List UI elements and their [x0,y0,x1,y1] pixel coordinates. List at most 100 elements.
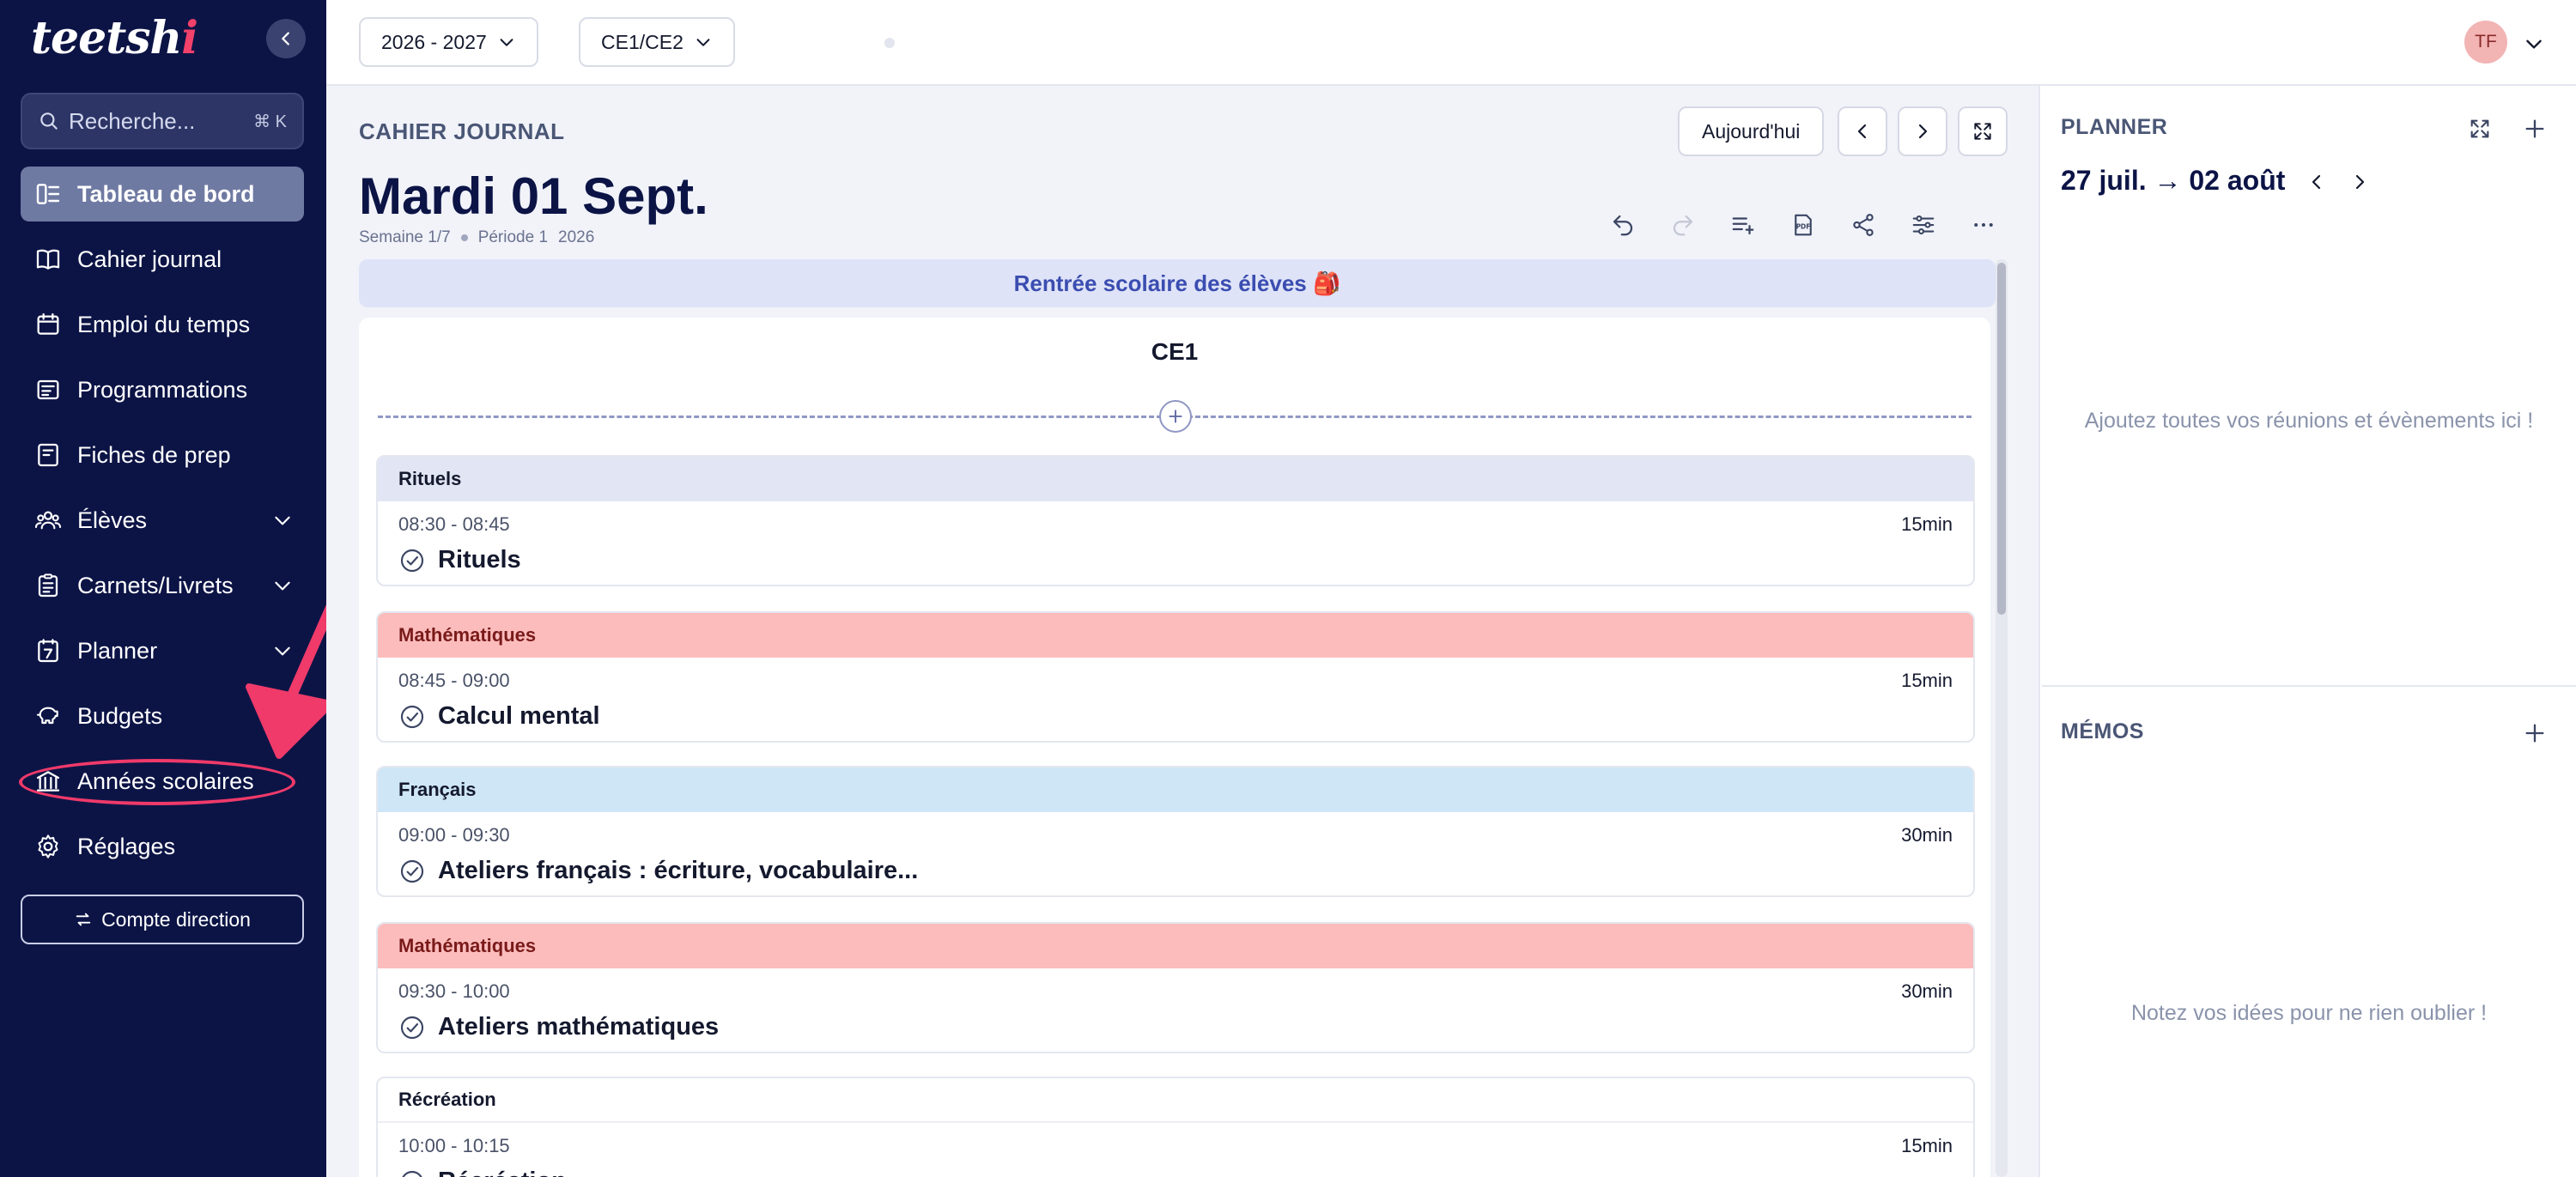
lesson-subject: Mathématiques [378,924,1973,968]
redo-button[interactable] [1664,206,1702,244]
section-title: CAHIER JOURNAL [359,118,565,144]
planner-icon [31,634,65,668]
top-bar: 2026 - 2027 CE1/CE2 TF [326,0,2576,86]
lesson-card[interactable]: Rituels 08:30 - 08:45 15min Rituels [376,455,1975,586]
chevron-right-icon [1918,124,1928,139]
previous-day-button[interactable] [1838,106,1887,156]
class-header: CE1 [1151,338,1199,365]
sidebar-item-label: Budgets [77,702,163,729]
chevron-down-icon[interactable] [2523,33,2545,55]
lesson-card[interactable]: Français 09:00 - 09:30 30min Ateliers fra… [376,766,1975,897]
app-logo[interactable]: teetshi [31,12,198,64]
planner-add-button[interactable] [2518,112,2552,146]
chevron-down-icon [500,39,513,46]
memos-add-button[interactable] [2518,716,2552,750]
check-circle-icon[interactable] [398,1014,426,1041]
class-schedule: CE1 Rituels 08:30 - 08:45 15min Rituels M… [359,318,1990,1177]
redo-icon [1673,215,1693,236]
planner-title: PLANNER [2061,115,2168,139]
search-shortcut: ⌘ K [253,112,287,131]
expand-icon [1974,123,1991,140]
search-input[interactable]: Recherche... ⌘ K [21,93,304,149]
sidebar-item-label: Fiches de prep [77,441,231,468]
chevron-left-icon [282,32,289,46]
highlight-ellipse [19,759,295,805]
scrollbar-thumb[interactable] [1997,263,2006,615]
lesson-card[interactable]: Récréation 10:00 - 10:15 15min Récréation [376,1077,1975,1177]
plus-icon [1169,410,1182,423]
lesson-card[interactable]: Mathématiques 09:30 - 10:00 30min Atelier… [376,922,1975,1053]
lesson-subject: Récréation [378,1078,1973,1123]
collapse-sidebar-button[interactable] [266,19,306,58]
sidebar-item-label: Cahier journal [77,246,222,272]
lesson-title: Calcul mental [438,702,600,730]
memos-empty-message: Notez vos idées pour ne rien oublier ! [2130,1001,2488,1025]
undo-icon [1613,215,1633,236]
event-banner[interactable]: Rentrée scolaire des élèves 🎒 [359,259,1996,307]
undo-button[interactable] [1604,206,1642,244]
sliders-icon [1912,215,1935,235]
check-circle-icon[interactable] [398,858,426,885]
chevron-left-icon [1857,124,1867,139]
panel-divider [2042,685,2576,687]
lesson-time: 09:00 - 09:30 [398,824,510,846]
planner-prev-button[interactable] [2300,165,2334,199]
school-year-value: 2026 - 2027 [381,30,487,53]
lesson-title: Ateliers mathématiques [438,1013,720,1040]
event-banner-label: Rentrée scolaire des élèves 🎒 [1013,270,1341,296]
export-pdf-button[interactable]: PDF [1784,206,1822,244]
planner-expand-button[interactable] [2463,112,2497,146]
today-button[interactable]: Aujourd'hui [1678,106,1825,156]
pdf-icon: PDF [1795,214,1812,236]
school-year-select[interactable]: 2026 - 2027 [359,17,538,67]
plus-icon [2525,724,2544,743]
more-options-button[interactable] [1965,206,2002,244]
svg-text:PDF: PDF [1796,222,1811,230]
settings-sliders-button[interactable] [1905,206,1942,244]
share-icon [1853,214,1874,236]
list-options-button[interactable] [1724,206,1762,244]
scrollbar[interactable] [1996,259,2008,1177]
lesson-subject: Français [378,767,1973,812]
lesson-duration: 15min [1901,670,1953,691]
planner-next-button[interactable] [2342,165,2377,199]
lesson-time: 08:30 - 08:45 [398,513,510,535]
expand-icon [2470,119,2489,138]
chevron-left-icon [2312,174,2321,190]
sidebar-item-tableau-de-bord[interactable]: Tableau de bord [21,167,304,221]
sidebar-item-label: Réglages [77,833,176,859]
piggy-bank-icon [31,699,65,733]
lesson-duration: 30min [1901,824,1953,846]
check-circle-icon[interactable] [398,703,426,731]
week-label: Semaine 1/7 [359,228,451,246]
sidebar-item-cahier-journal[interactable]: Cahier journal [21,232,304,287]
class-value: CE1/CE2 [601,30,683,53]
sidebar-item-label: Emploi du temps [77,311,251,337]
lesson-card[interactable]: Mathématiques 08:45 - 09:00 15min Calcul … [376,611,1975,743]
week-info: Semaine 1/7 Période 1 2026 [359,228,594,247]
sidebar-item-reglages[interactable]: Réglages [21,819,304,874]
fullscreen-button[interactable] [1958,106,2008,156]
dashboard-icon [31,177,65,211]
share-button[interactable] [1844,206,1882,244]
lesson-title: Récréation [438,1168,567,1177]
check-circle-icon[interactable] [398,547,426,574]
plus-icon [2525,119,2544,138]
check-circle-icon[interactable] [398,1168,426,1177]
user-initials: TF [2475,32,2497,52]
separator-dot [884,38,895,48]
search-placeholder: Recherche... [69,107,196,134]
class-select[interactable]: CE1/CE2 [579,17,735,67]
separator-dot [460,234,468,241]
compte-direction-button[interactable]: Compte direction [21,895,304,944]
journal-main: CAHIER JOURNAL Mardi 01 Sept. Semaine 1/… [326,86,2040,1177]
sidebar-item-emploi-du-temps[interactable]: Emploi du temps [21,297,304,352]
lesson-subject: Mathématiques [378,613,1973,658]
user-avatar[interactable]: TF [2464,21,2507,64]
planner-week-range: 27 juil. → 02 août [2061,165,2286,196]
lesson-title: Ateliers français : écriture, vocabulair… [438,857,919,884]
book-icon [31,242,65,276]
add-slot-button[interactable] [1159,400,1192,433]
next-day-button[interactable] [1898,106,1947,156]
sidebar-item-label: Programmations [77,376,248,403]
